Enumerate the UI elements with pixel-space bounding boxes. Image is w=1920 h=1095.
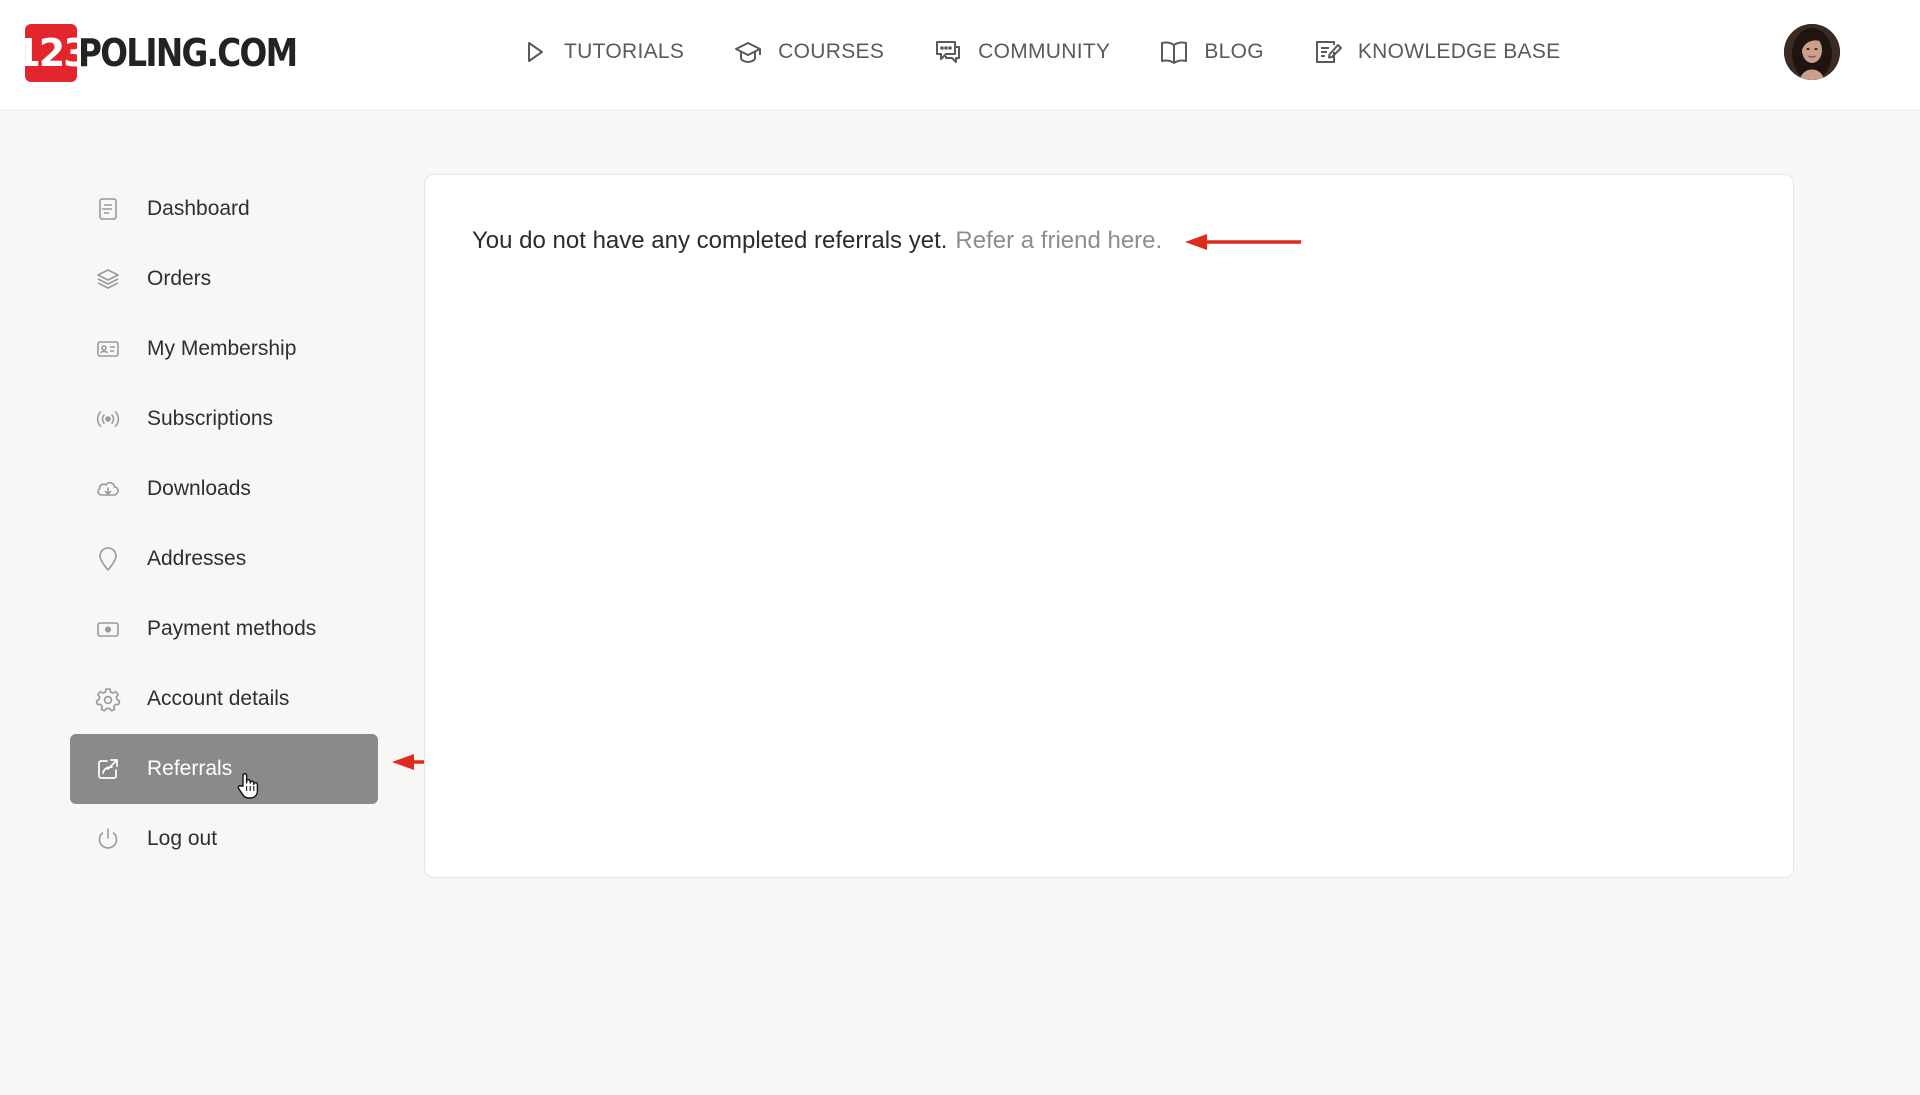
power-icon — [94, 825, 122, 853]
referrals-panel: You do not have any completed referrals … — [424, 174, 1794, 878]
nav-label: COMMUNITY — [978, 40, 1111, 63]
nav-courses[interactable]: COURSES — [734, 38, 884, 66]
open-book-icon — [1161, 41, 1188, 64]
share-icon — [94, 755, 122, 783]
nav-blog[interactable]: BLOG — [1160, 38, 1264, 66]
sidebar-item-dashboard[interactable]: Dashboard — [70, 174, 378, 244]
no-referrals-text: You do not have any completed referrals … — [472, 227, 948, 254]
graduation-cap-icon — [735, 42, 762, 63]
sidebar-item-account-details[interactable]: Account details — [70, 664, 378, 734]
nav-label: TUTORIALS — [564, 40, 685, 63]
sidebar-item-my-membership[interactable]: My Membership — [70, 314, 378, 384]
logo-badge: 123 — [14, 24, 90, 82]
nav-label: COURSES — [778, 40, 885, 63]
broadcast-icon — [94, 405, 122, 433]
money-icon — [94, 615, 122, 643]
sidebar-item-label: My Membership — [147, 337, 297, 360]
nav-tutorials[interactable]: TUTORIALS — [520, 38, 684, 66]
sidebar-item-label: Referrals — [147, 757, 233, 780]
sidebar-item-addresses[interactable]: Addresses — [70, 524, 378, 594]
document-edit-icon — [1315, 41, 1342, 63]
map-pin-icon — [94, 545, 122, 573]
cloud-download-icon — [94, 475, 122, 503]
sidebar-item-label: Subscriptions — [147, 407, 274, 430]
referrals-message: You do not have any completed referrals … — [472, 227, 1162, 255]
nav-label: BLOG — [1204, 40, 1264, 63]
sidebar-item-label: Payment methods — [147, 617, 317, 640]
sidebar-item-label: Downloads — [147, 477, 251, 500]
sidebar-item-downloads[interactable]: Downloads — [70, 454, 378, 524]
account-sidebar: Dashboard Orders My Membership Subscript… — [70, 174, 378, 874]
hand-cursor-icon — [237, 773, 259, 799]
sidebar-item-payment-methods[interactable]: Payment methods — [70, 594, 378, 664]
sidebar-item-label: Addresses — [147, 547, 247, 570]
id-card-icon — [94, 335, 122, 363]
sidebar-item-label: Log out — [147, 827, 218, 850]
sidebar-item-label: Account details — [147, 687, 290, 710]
sidebar-item-referrals[interactable]: Referrals — [70, 734, 378, 804]
sidebar-item-log-out[interactable]: Log out — [70, 804, 378, 874]
avatar-image — [1784, 24, 1840, 80]
nav-knowledge-base[interactable]: KNOWLEDGE BASE — [1314, 38, 1561, 66]
nav-label: KNOWLEDGE BASE — [1357, 40, 1561, 63]
main-nav: TUTORIALS COURSES COMMUNITY BLOG KNOWLED… — [520, 26, 1610, 78]
refer-friend-link[interactable]: Refer a friend here. — [955, 227, 1162, 255]
annotation-arrow-refer-link — [1185, 234, 1301, 250]
site-header: 123 POLING.COM TUTORIALS COURSES COMMUNI… — [0, 0, 1920, 111]
sidebar-item-subscriptions[interactable]: Subscriptions — [70, 384, 378, 454]
site-logo[interactable]: 123 POLING.COM — [14, 24, 332, 82]
sidebar-item-label: Dashboard — [147, 197, 250, 220]
logo-text: POLING.COM — [78, 31, 298, 75]
chat-bubble-icon — [936, 41, 961, 63]
sidebar-item-label: Orders — [147, 267, 212, 290]
nav-community[interactable]: COMMUNITY — [934, 38, 1110, 66]
sidebar-item-orders[interactable]: Orders — [70, 244, 378, 314]
gear-icon — [94, 685, 122, 713]
document-list-icon — [94, 195, 122, 223]
layers-icon — [94, 265, 122, 293]
user-avatar[interactable] — [1784, 24, 1840, 80]
play-icon — [528, 42, 543, 62]
